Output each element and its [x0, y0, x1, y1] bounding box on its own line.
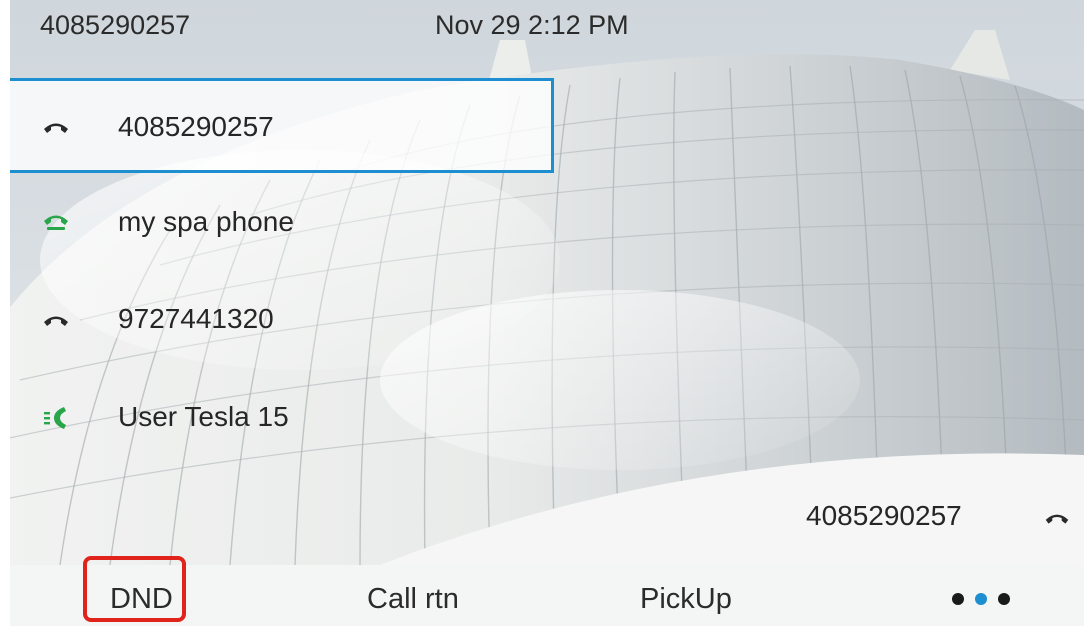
line-key-2[interactable]: my spa phone	[10, 176, 553, 271]
status-bar: 4085290257 Nov 29 2:12 PM	[10, 0, 1084, 50]
pickup-softkey[interactable]: PickUp	[640, 583, 732, 616]
handset-idle-icon	[1045, 514, 1069, 524]
handset-ringing-icon	[44, 407, 66, 429]
handset-offhook-icon	[44, 215, 68, 230]
line-label: 4085290257	[118, 111, 274, 142]
more-dots-icon[interactable]	[948, 590, 1014, 608]
phone-screen: 4085290257 Nov 29 2:12 PM 4085290257 my …	[0, 0, 1084, 626]
screen-left-edge	[0, 0, 10, 565]
dnd-softkey[interactable]: DND	[110, 583, 173, 616]
line-label: 9727441320	[118, 303, 274, 334]
line-key-4[interactable]: User Tesla 15	[10, 370, 553, 465]
handset-idle-icon	[44, 316, 68, 326]
call-return-softkey[interactable]: Call rtn	[367, 583, 459, 616]
line-label: User Tesla 15	[118, 401, 289, 432]
line-label: my spa phone	[118, 206, 294, 237]
softkey-bar: DND Call rtn PickUp	[10, 565, 1084, 626]
handset-idle-icon	[44, 123, 68, 133]
own-phone-number: 4085290257	[40, 10, 191, 40]
line-key-1[interactable]: 4085290257	[10, 78, 554, 173]
date-time: Nov 29 2:12 PM	[435, 10, 629, 40]
line-key-3[interactable]: 9727441320	[10, 273, 553, 368]
active-call-number: 4085290257	[806, 500, 962, 531]
